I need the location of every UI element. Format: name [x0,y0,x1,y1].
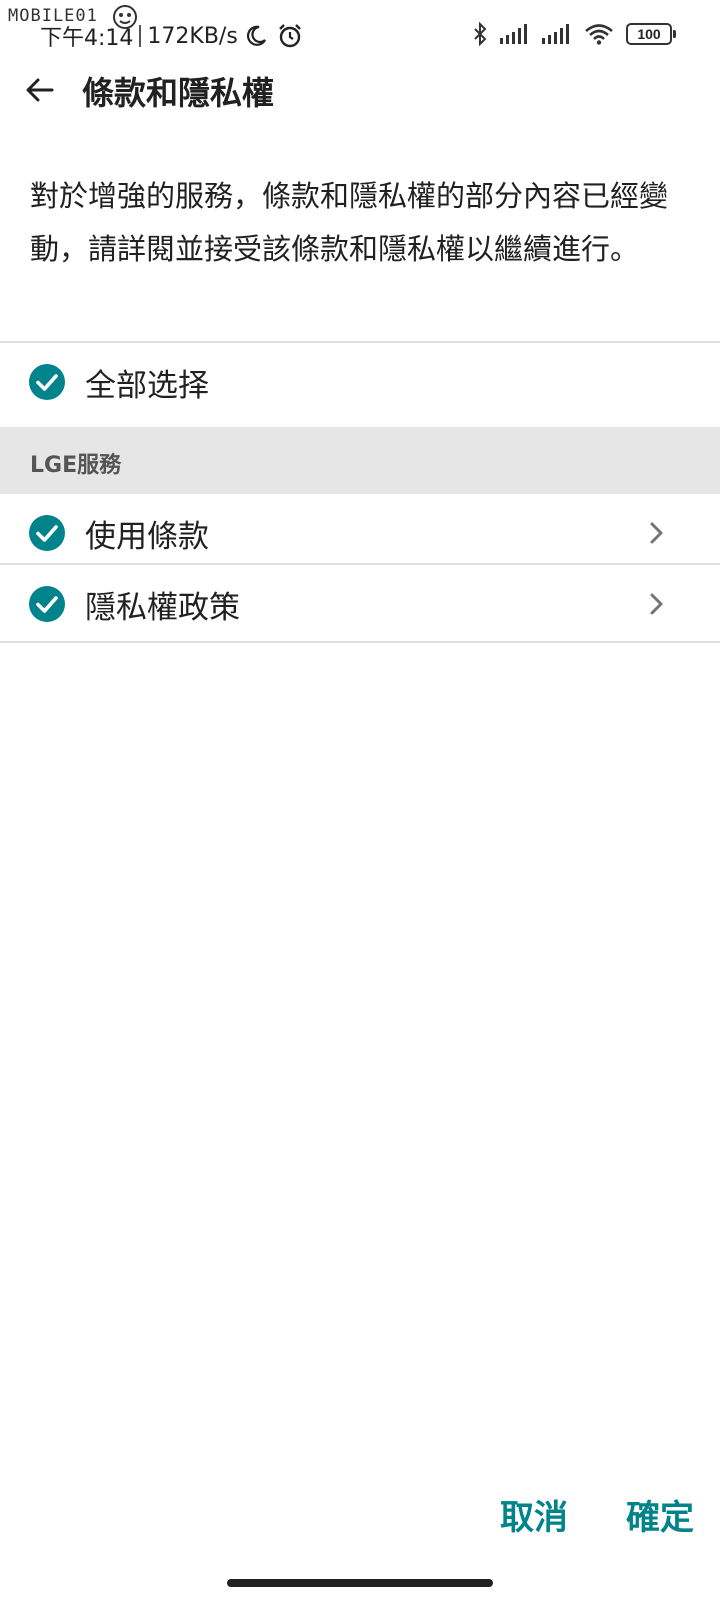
status-separator [139,25,142,47]
bluetooth-icon [474,22,487,46]
home-indicator[interactable] [227,1579,493,1587]
select-all-label: 全部选择 [85,367,209,404]
app-bar: 條款和隱私權 [0,60,720,130]
list-item-privacy-policy[interactable]: 隱私權政策 [0,565,720,643]
check-circle-icon[interactable] [29,586,65,622]
chevron-right-icon [650,522,663,544]
page-title: 條款和隱私權 [82,74,275,112]
section-label: LGE服務 [30,453,122,478]
list-item-label: 使用條款 [85,518,209,555]
status-time: 下午4:14 [40,26,134,51]
check-circle-icon[interactable] [29,515,65,551]
dialog-footer: 取消 確定 [0,1490,720,1550]
status-bar-left: 下午4:14 172KB/s [40,20,304,52]
divider [0,641,720,643]
list-item-label: 隱私權政策 [85,589,240,626]
back-arrow-icon[interactable] [22,72,58,108]
select-all-row[interactable]: 全部选择 [0,343,720,421]
alarm-icon [278,24,301,48]
wifi-icon [585,24,613,45]
signal-icon [500,24,527,44]
chevron-right-icon [650,593,663,615]
moon-icon [246,25,266,46]
check-circle-icon[interactable] [29,364,65,400]
confirm-button[interactable]: 確定 [626,1490,694,1539]
list-item-terms-of-use[interactable]: 使用條款 [0,494,720,572]
battery-icon: 100 [626,23,676,45]
cancel-button[interactable]: 取消 [500,1490,568,1539]
status-bar-right: 100 [472,22,676,46]
status-network-speed: 172KB/s [147,23,238,49]
section-header: LGE服務 [0,427,720,494]
signal-icon [542,24,569,44]
intro-text: 對於增強的服務，條款和隱私權的部分內容已經變動，請詳閱並接受該條款和隱私權以繼續… [30,179,669,266]
